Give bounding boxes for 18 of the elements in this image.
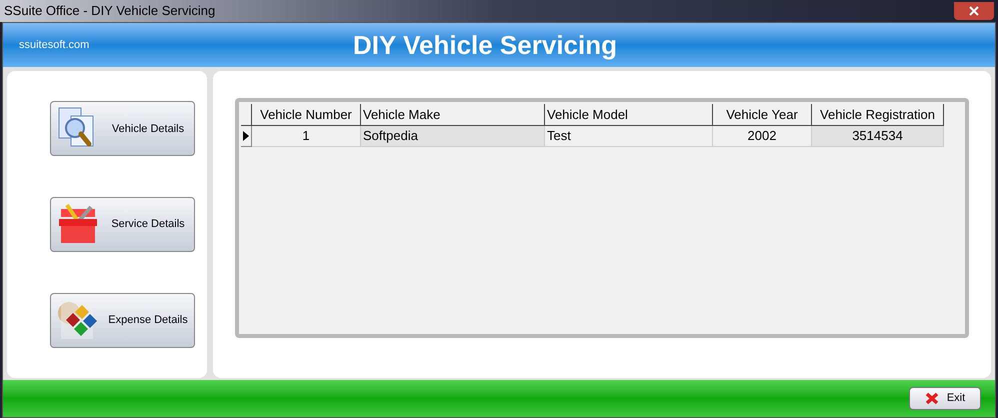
table-row[interactable]: 1 Softpedia Test 2002 3514534	[241, 126, 965, 147]
nav-button[interactable]: Service Details	[50, 196, 194, 252]
nav-button[interactable]: Vehicle Details	[50, 101, 194, 156]
window-title: SSuite Office - DIY Vehicle Servicing	[4, 2, 216, 20]
row-header-corner	[241, 104, 252, 126]
close-icon	[969, 6, 979, 16]
row-pointer-icon	[243, 131, 249, 141]
table-cell: 3514534	[812, 126, 944, 147]
table-cell: Softpedia	[361, 126, 545, 147]
app-title: DIY Vehicle Servicing	[353, 28, 617, 62]
cross-icon	[924, 392, 939, 405]
table-cell: 2002	[713, 126, 812, 147]
table-cell: 1	[252, 126, 361, 147]
table-cell: Test	[545, 126, 713, 147]
close-button[interactable]	[954, 2, 994, 20]
website-label: ssuitesoft.com	[19, 38, 90, 53]
nav-button[interactable]: Expense Details	[50, 292, 194, 348]
exit-button[interactable]: Exit	[909, 387, 981, 410]
